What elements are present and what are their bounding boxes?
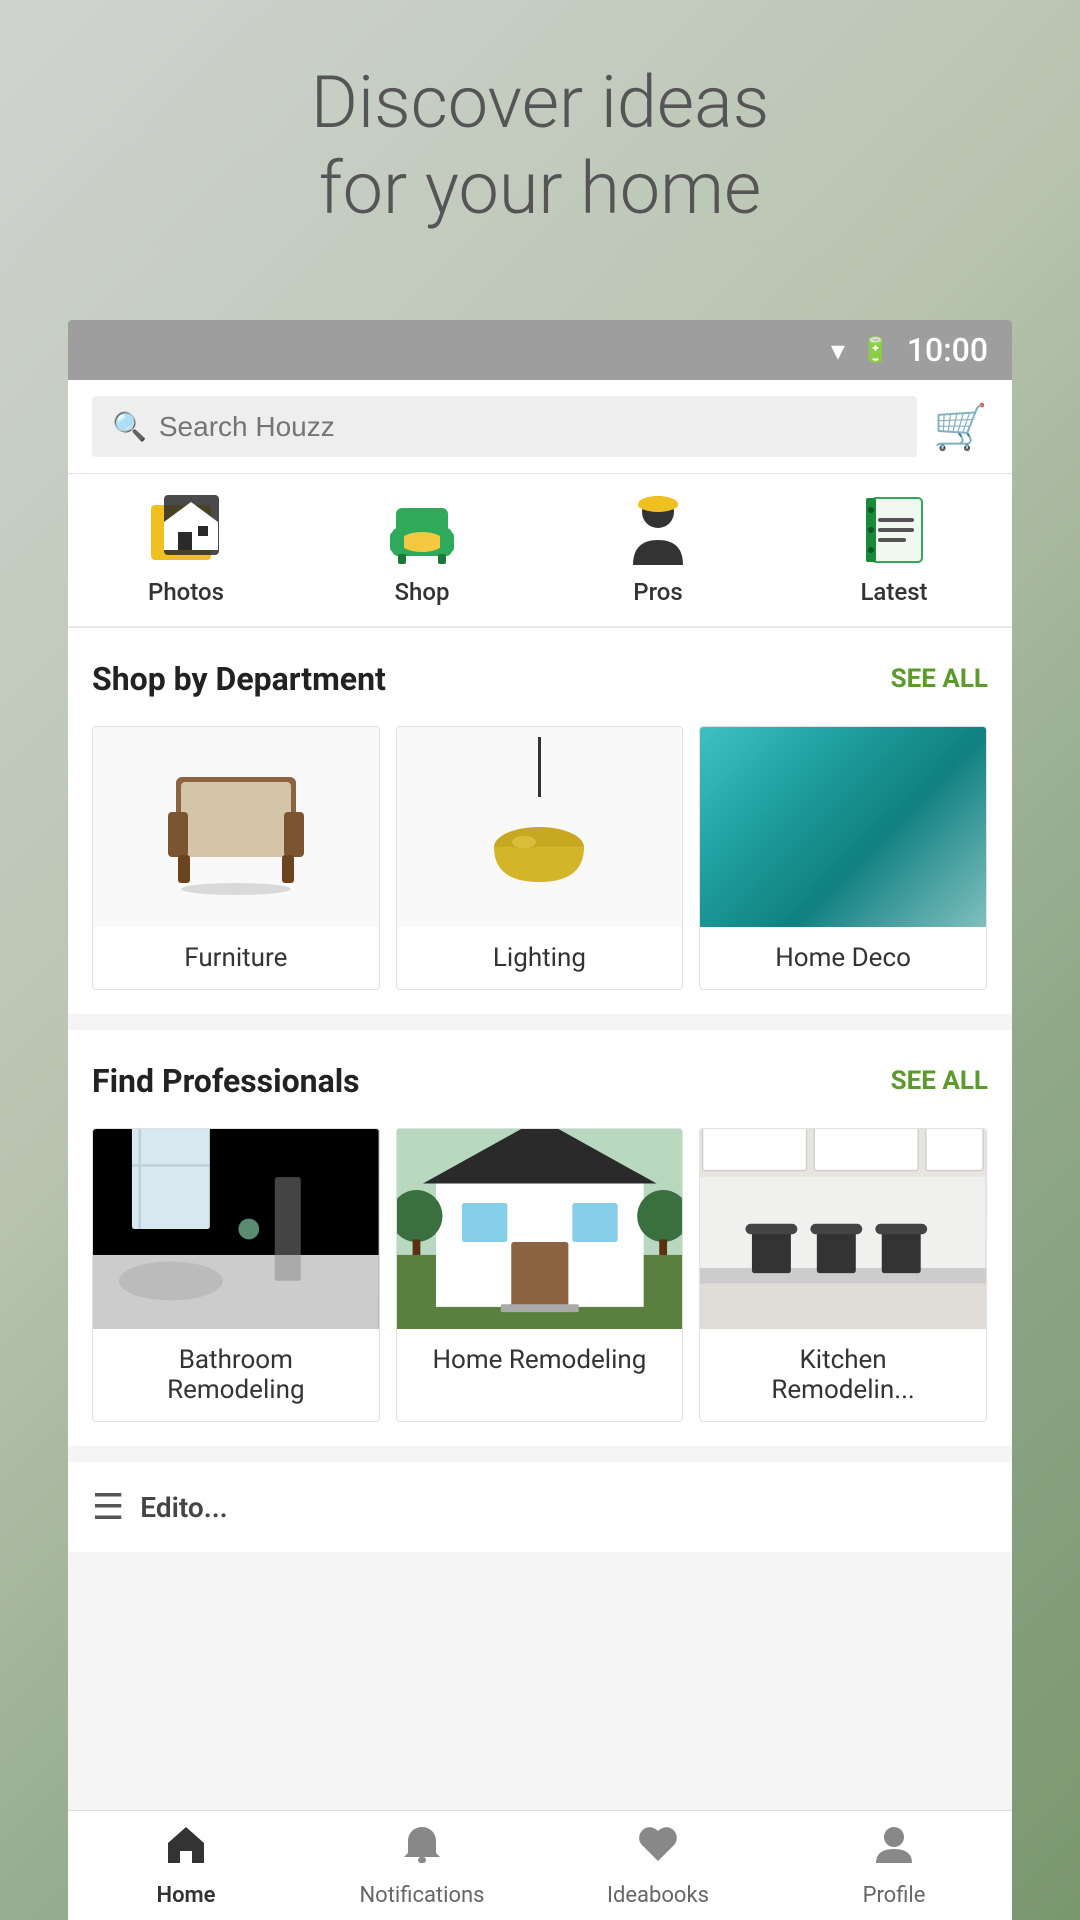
pros-label: Pros bbox=[633, 578, 682, 606]
latest-label: Latest bbox=[860, 578, 927, 606]
lighting-label: Lighting bbox=[397, 927, 683, 989]
bathroom-photo bbox=[93, 1129, 379, 1329]
photos-label: Photos bbox=[148, 578, 224, 606]
prof-home-remo-card[interactable]: Home Remodeling bbox=[396, 1128, 684, 1422]
home-remo-photo bbox=[397, 1129, 683, 1329]
bottom-nav-notifications[interactable]: Notifications bbox=[304, 1811, 540, 1920]
bottom-nav: Home Notifications Ideabooks bbox=[68, 1810, 1012, 1920]
ideabooks-nav-icon bbox=[636, 1823, 680, 1877]
pros-section-header: Find Professionals SEE ALL bbox=[92, 1062, 988, 1100]
homedeco-image bbox=[700, 727, 986, 927]
dept-lighting-card[interactable]: Lighting bbox=[396, 726, 684, 990]
furniture-image bbox=[93, 727, 379, 927]
hero-section: Discover ideas for your home bbox=[0, 60, 1080, 233]
shop-section-title: Shop by Department bbox=[92, 660, 386, 698]
prof-bathroom-card[interactable]: Bathroom Remodeling bbox=[92, 1128, 380, 1422]
kitchen-photo bbox=[700, 1129, 986, 1329]
lighting-image bbox=[397, 727, 683, 927]
dept-cards-row: Furniture bbox=[92, 726, 988, 990]
notifications-nav-icon bbox=[400, 1823, 444, 1877]
latest-icon bbox=[854, 490, 934, 570]
wifi-icon: ▾ bbox=[831, 334, 845, 367]
home-remo-label: Home Remodeling bbox=[397, 1329, 683, 1391]
home-nav-label: Home bbox=[157, 1883, 216, 1908]
dept-homedeco-card[interactable]: Home Deco bbox=[699, 726, 987, 990]
hero-title: Discover ideas for your home bbox=[0, 60, 1080, 233]
homedeco-label: Home Deco bbox=[700, 927, 986, 989]
prof-cards-row: Bathroom Remodeling bbox=[92, 1128, 988, 1422]
home-nav-icon bbox=[164, 1823, 208, 1877]
ideabooks-nav-label: Ideabooks bbox=[607, 1883, 709, 1908]
profile-nav-label: Profile bbox=[863, 1883, 926, 1908]
bottom-nav-profile[interactable]: Profile bbox=[776, 1811, 1012, 1920]
partial-section: ☰ Edito... bbox=[68, 1462, 1012, 1552]
shop-by-department-section: Shop by Department SEE ALL bbox=[68, 628, 1012, 1014]
nav-latest[interactable]: Latest bbox=[776, 490, 1012, 606]
pros-icon bbox=[618, 490, 698, 570]
battery-icon: 🔋 bbox=[861, 336, 891, 364]
cart-button[interactable]: 🛒 bbox=[933, 401, 988, 453]
profile-nav-icon bbox=[872, 1823, 916, 1877]
nav-icons-row: Photos Shop bbox=[68, 474, 1012, 628]
main-content: Shop by Department SEE ALL bbox=[68, 628, 1012, 1810]
pros-section-title: Find Professionals bbox=[92, 1062, 360, 1100]
status-bar: ▾ 🔋 10:00 bbox=[68, 320, 1012, 380]
nav-pros[interactable]: Pros bbox=[540, 490, 776, 606]
pros-see-all[interactable]: SEE ALL bbox=[891, 1066, 988, 1096]
list-icon: ☰ bbox=[92, 1486, 124, 1528]
prof-kitchen-card[interactable]: KitchenRemodelin... bbox=[699, 1128, 987, 1422]
dept-furniture-card[interactable]: Furniture bbox=[92, 726, 380, 990]
partial-section-title: Edito... bbox=[140, 1491, 227, 1524]
nav-shop[interactable]: Shop bbox=[304, 490, 540, 606]
shop-see-all[interactable]: SEE ALL bbox=[891, 664, 988, 694]
find-professionals-section: Find Professionals SEE ALL bbox=[68, 1030, 1012, 1446]
shop-section-header: Shop by Department SEE ALL bbox=[92, 660, 988, 698]
bottom-nav-ideabooks[interactable]: Ideabooks bbox=[540, 1811, 776, 1920]
time-display: 10:00 bbox=[907, 331, 988, 369]
photos-icon bbox=[146, 490, 226, 570]
kitchen-label: KitchenRemodelin... bbox=[700, 1329, 986, 1421]
search-icon: 🔍 bbox=[112, 410, 147, 443]
furniture-label: Furniture bbox=[93, 927, 379, 989]
top-bar: 🔍 🛒 bbox=[68, 380, 1012, 474]
search-input[interactable] bbox=[159, 411, 897, 443]
bathroom-label: Bathroom Remodeling bbox=[93, 1329, 379, 1421]
bottom-nav-home[interactable]: Home bbox=[68, 1811, 304, 1920]
app-card: ▾ 🔋 10:00 🔍 🛒 bbox=[68, 320, 1012, 1920]
search-box[interactable]: 🔍 bbox=[92, 396, 917, 457]
shop-icon bbox=[382, 490, 462, 570]
shop-label: Shop bbox=[395, 578, 450, 606]
nav-photos[interactable]: Photos bbox=[68, 490, 304, 606]
notifications-nav-label: Notifications bbox=[359, 1883, 484, 1908]
